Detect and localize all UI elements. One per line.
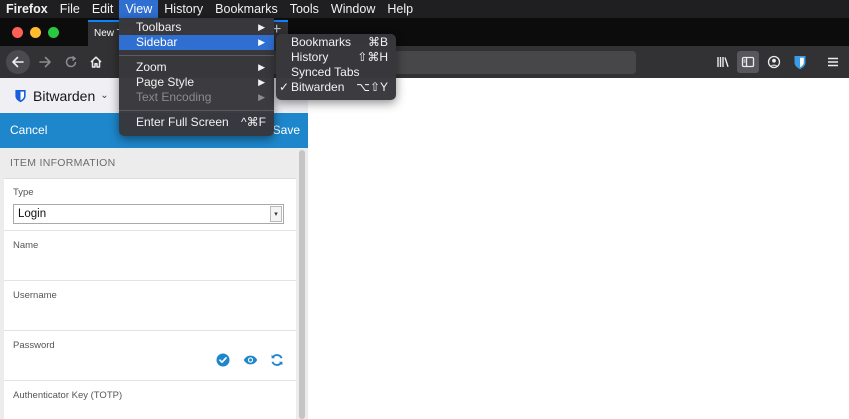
back-icon bbox=[12, 56, 24, 68]
sidebar-scrollbar[interactable] bbox=[298, 148, 306, 419]
totp-row[interactable]: Authenticator Key (TOTP) bbox=[4, 381, 296, 419]
menu-item-toolbars[interactable]: Toolbars ▶ bbox=[119, 20, 274, 35]
submenu-item-bookmarks[interactable]: Bookmarks ⌘B bbox=[276, 35, 396, 50]
password-label: Password bbox=[13, 340, 55, 351]
check-circle-icon bbox=[216, 353, 230, 367]
menu-separator bbox=[119, 110, 274, 111]
menu-item-label: Text Encoding bbox=[136, 90, 212, 104]
submenu-item-bitwarden[interactable]: ✓ Bitwarden ⌥⇧Y bbox=[276, 80, 396, 95]
submenu-arrow-icon: ▶ bbox=[258, 77, 265, 87]
name-row[interactable]: Name bbox=[4, 231, 296, 281]
type-select[interactable]: Login ▾ bbox=[13, 204, 284, 224]
account-icon bbox=[767, 55, 781, 69]
section-title: ITEM INFORMATION bbox=[10, 157, 116, 169]
username-row[interactable]: Username bbox=[4, 281, 296, 331]
menu-firefox[interactable]: Firefox bbox=[0, 0, 54, 18]
submenu-arrow-icon: ▶ bbox=[258, 22, 265, 32]
menu-item-label: Synced Tabs bbox=[291, 65, 360, 79]
close-window-button[interactable] bbox=[12, 27, 23, 38]
submenu-arrow-icon: ▶ bbox=[258, 92, 265, 102]
firefox-window: Firefox File Edit View History Bookmarks… bbox=[0, 0, 849, 419]
account-button[interactable] bbox=[763, 51, 785, 73]
eye-icon bbox=[243, 355, 258, 365]
bitwarden-toolbar-button[interactable] bbox=[789, 51, 811, 73]
cancel-button[interactable]: Cancel bbox=[10, 123, 47, 137]
home-button[interactable] bbox=[85, 51, 107, 73]
refresh-icon bbox=[271, 354, 283, 366]
toggle-visibility-button[interactable] bbox=[243, 353, 258, 367]
menu-separator bbox=[119, 55, 274, 56]
type-label: Type bbox=[13, 187, 34, 198]
reload-button[interactable] bbox=[60, 51, 82, 73]
menu-item-label: Toolbars bbox=[136, 20, 182, 34]
bitwarden-icon bbox=[15, 89, 26, 102]
sidebar-title: Bitwarden bbox=[33, 87, 96, 104]
item-fields-panel: Type Login ▾ Name Username Password Auth… bbox=[4, 178, 296, 419]
menu-history[interactable]: History bbox=[158, 0, 209, 18]
check-password-button[interactable] bbox=[216, 353, 230, 367]
menu-item-zoom[interactable]: Zoom ▶ bbox=[119, 60, 274, 75]
library-button[interactable] bbox=[712, 51, 734, 73]
submenu-item-synced-tabs[interactable]: Synced Tabs bbox=[276, 65, 396, 80]
scrollbar-thumb[interactable] bbox=[299, 150, 305, 419]
menu-item-page-style[interactable]: Page Style ▶ bbox=[119, 75, 274, 90]
checkmark-icon: ✓ bbox=[279, 80, 290, 94]
item-form: ITEM INFORMATION Type Login ▾ Name Usern… bbox=[0, 148, 308, 419]
forward-icon bbox=[39, 56, 51, 68]
menu-item-shortcut: ⌘B bbox=[367, 35, 388, 49]
menu-item-label: Zoom bbox=[136, 60, 167, 74]
password-actions bbox=[216, 353, 284, 367]
save-button[interactable]: Save bbox=[273, 123, 300, 137]
reload-icon bbox=[65, 55, 77, 68]
menu-tools[interactable]: Tools bbox=[284, 0, 325, 18]
menu-item-label: Page Style bbox=[136, 75, 195, 89]
menu-item-label: Enter Full Screen bbox=[136, 115, 229, 129]
menubar: Firefox File Edit View History Bookmarks… bbox=[0, 0, 849, 18]
home-icon bbox=[90, 56, 102, 68]
menu-bookmarks[interactable]: Bookmarks bbox=[209, 0, 284, 18]
menu-item-shortcut: ⌥⇧Y bbox=[356, 80, 388, 94]
page-content bbox=[309, 78, 849, 419]
submenu-arrow-icon: ▶ bbox=[258, 62, 265, 72]
back-button[interactable] bbox=[6, 50, 30, 74]
menu-item-sidebar[interactable]: Sidebar ▶ bbox=[119, 35, 274, 50]
bitwarden-icon bbox=[794, 55, 806, 69]
username-label: Username bbox=[13, 290, 57, 301]
menu-item-full-screen[interactable]: Enter Full Screen ^⌘F bbox=[119, 115, 274, 130]
menu-item-text-encoding: Text Encoding ▶ bbox=[119, 90, 274, 105]
submenu-item-history[interactable]: History ⇧⌘H bbox=[276, 50, 396, 65]
generate-password-button[interactable] bbox=[270, 353, 284, 367]
menu-item-shortcut: ⇧⌘H bbox=[357, 50, 388, 64]
menu-item-shortcut: ^⌘F bbox=[241, 115, 266, 129]
view-menu-dropdown: Toolbars ▶ Sidebar ▶ Zoom ▶ Page Style ▶… bbox=[119, 18, 274, 136]
forward-button[interactable] bbox=[34, 51, 56, 73]
hamburger-menu-button[interactable] bbox=[822, 51, 844, 73]
name-label: Name bbox=[13, 240, 39, 251]
type-row: Type Login ▾ bbox=[4, 179, 296, 231]
menu-window[interactable]: Window bbox=[325, 0, 381, 18]
library-icon bbox=[717, 57, 729, 68]
totp-label: Authenticator Key (TOTP) bbox=[13, 390, 123, 401]
zoom-window-button[interactable] bbox=[48, 27, 59, 38]
menu-file[interactable]: File bbox=[54, 0, 86, 18]
submenu-arrow-icon: ▶ bbox=[258, 37, 265, 47]
sidebar-icon bbox=[741, 56, 755, 68]
select-arrow-icon: ▾ bbox=[270, 206, 282, 222]
menu-help[interactable]: Help bbox=[381, 0, 419, 18]
hamburger-menu-icon bbox=[828, 57, 838, 67]
chevron-down-icon: ⌄ bbox=[100, 90, 109, 101]
minimize-window-button[interactable] bbox=[30, 27, 41, 38]
type-select-value: Login bbox=[18, 208, 47, 220]
sidebar-toggle-button[interactable] bbox=[737, 51, 759, 73]
password-row[interactable]: Password bbox=[4, 331, 296, 381]
menu-edit[interactable]: Edit bbox=[86, 0, 120, 18]
menu-item-label: Bitwarden bbox=[291, 80, 345, 94]
menu-view[interactable]: View bbox=[119, 0, 159, 18]
menu-item-label: Bookmarks bbox=[291, 35, 352, 49]
sidebar-submenu: Bookmarks ⌘B History ⇧⌘H Synced Tabs ✓ B… bbox=[276, 34, 396, 100]
menu-item-label: Sidebar bbox=[136, 35, 178, 49]
menu-item-label: History bbox=[291, 50, 329, 64]
